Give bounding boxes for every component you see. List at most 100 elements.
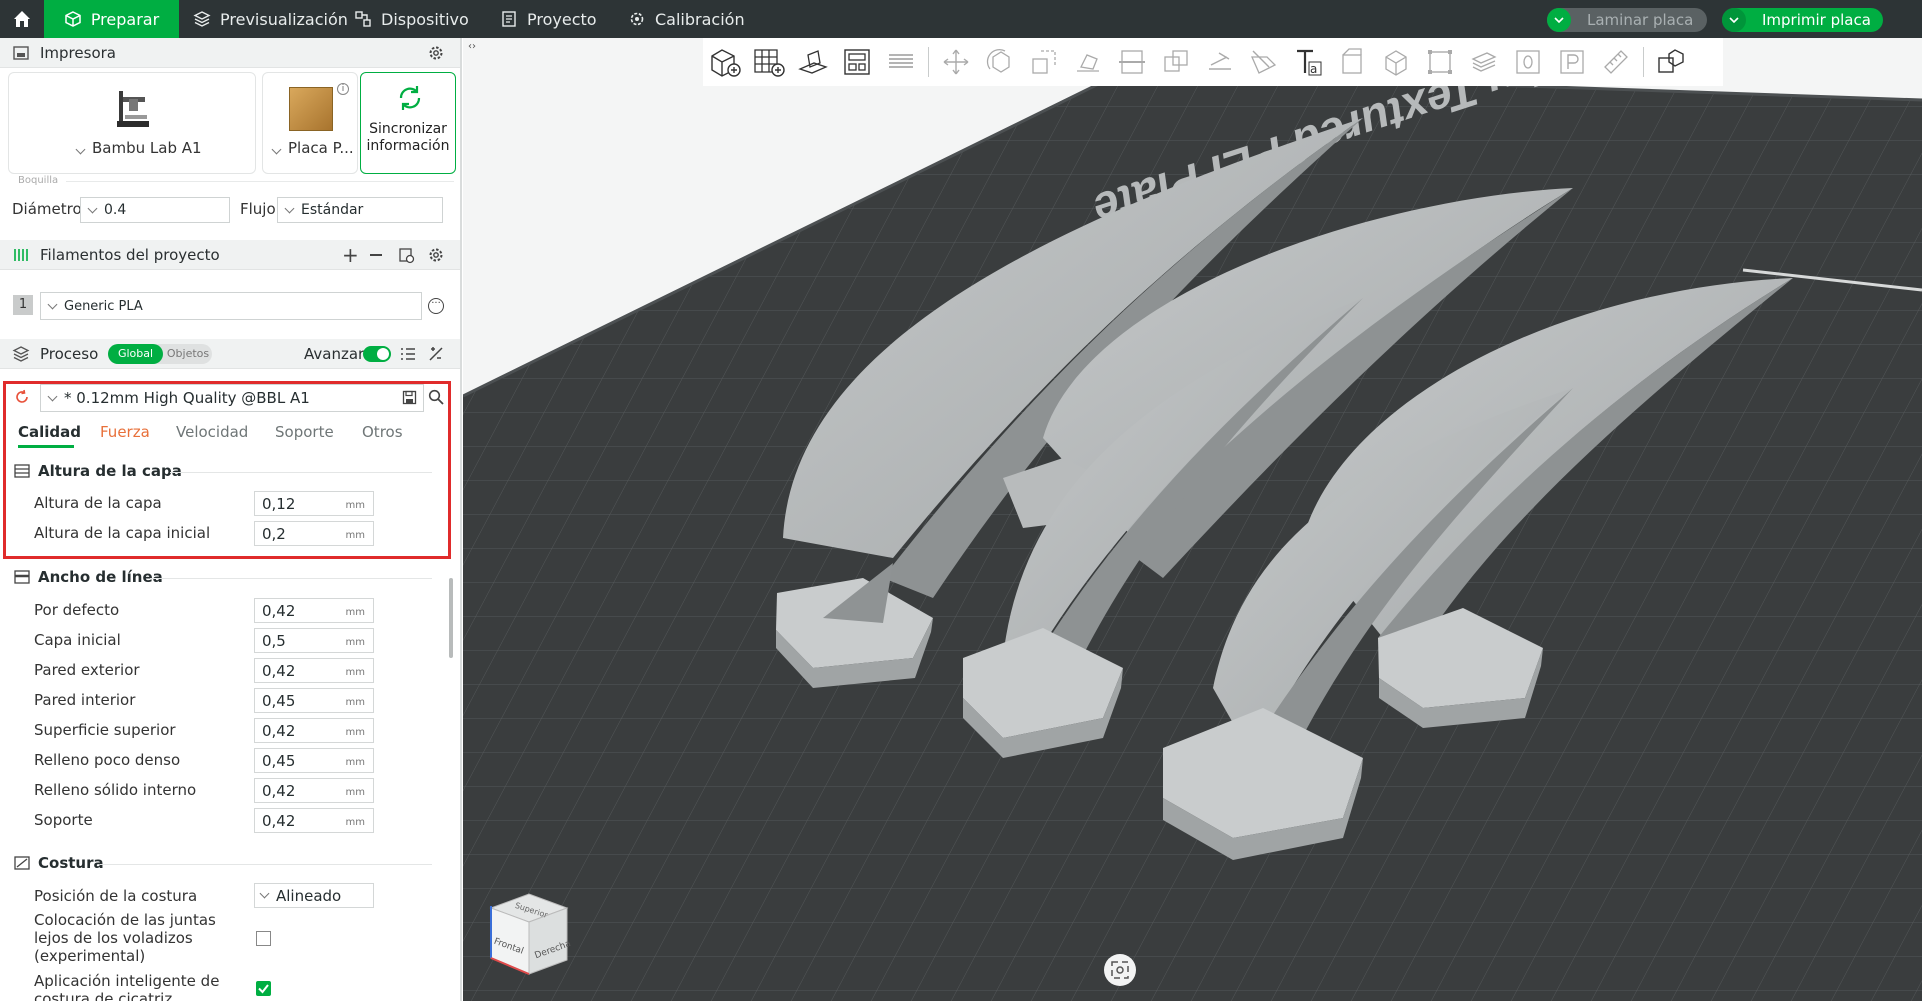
print-plate-button[interactable]: Imprimir placa xyxy=(1722,8,1883,32)
layer-height-group-title: Altura de la capa xyxy=(14,462,182,480)
more-options-icon[interactable]: ··· xyxy=(428,298,444,314)
rotate-button[interactable] xyxy=(978,38,1022,86)
variable-layer-button[interactable] xyxy=(1462,38,1506,86)
tab-support[interactable]: Soporte xyxy=(275,423,334,441)
textured-plate-thumbnail xyxy=(289,87,333,131)
auto-orient-button[interactable] xyxy=(791,38,835,86)
line-width-sparse-infill-input[interactable]: 0,45 mm xyxy=(254,748,374,773)
assemble-icon xyxy=(1658,49,1684,73)
filament-settings-icon[interactable] xyxy=(398,247,415,264)
view-cube[interactable]: Superior Frontal Derecha xyxy=(489,893,572,975)
line-width-default-input[interactable]: 0,42 mm xyxy=(254,598,374,623)
plate-view-button[interactable] xyxy=(1506,38,1550,86)
ruler-button[interactable] xyxy=(1594,38,1638,86)
checkmark-icon xyxy=(258,984,269,994)
text-button[interactable]: a xyxy=(1286,38,1330,86)
add-icon[interactable]: + xyxy=(342,243,359,267)
tab-prepare[interactable]: Preparar xyxy=(44,0,179,38)
chevron-down-icon[interactable] xyxy=(1547,8,1571,32)
smart-seam-checkbox[interactable] xyxy=(256,981,271,996)
gear-icon[interactable] xyxy=(428,247,444,263)
line-width-support-input[interactable]: 0,42 mm xyxy=(254,808,374,833)
compare-icon[interactable] xyxy=(428,346,444,362)
reset-icon[interactable] xyxy=(14,389,30,405)
toggle-objects[interactable]: Objetos xyxy=(164,344,212,364)
fit-view-button[interactable] xyxy=(1104,954,1136,986)
tab-strength[interactable]: Fuerza xyxy=(100,423,150,441)
flow-label: Flujo xyxy=(240,200,276,218)
paint-button[interactable] xyxy=(1550,38,1594,86)
tab-device[interactable]: Dispositivo xyxy=(354,0,469,38)
line-width-default-label: Por defecto xyxy=(34,601,120,619)
nozzle-divider xyxy=(66,181,454,182)
move-button[interactable] xyxy=(934,38,978,86)
boolean-button[interactable] xyxy=(1154,38,1198,86)
flow-select[interactable]: Estándar xyxy=(277,197,443,223)
lay-on-face-button[interactable] xyxy=(1066,38,1110,86)
tab-preview[interactable]: Previsualización xyxy=(193,0,348,38)
search-icon[interactable] xyxy=(428,389,444,405)
line-width-outer-wall-input[interactable]: 0,42 mm xyxy=(254,658,374,683)
tab-quality[interactable]: Calidad xyxy=(18,423,81,448)
split-layers-button[interactable] xyxy=(879,38,923,86)
seam-paint-button[interactable] xyxy=(1242,38,1286,86)
line-width-outer-wall-label: Pared exterior xyxy=(34,661,140,679)
gear-icon[interactable] xyxy=(428,45,444,61)
sync-label-line1: Sincronizar xyxy=(369,121,447,137)
preset-name: * 0.12mm High Quality @BBL A1 xyxy=(64,389,310,407)
label-line: Colocación de las juntas xyxy=(34,911,216,929)
section-title: Proceso xyxy=(40,344,99,363)
tab-speed[interactable]: Velocidad xyxy=(176,423,248,441)
home-button[interactable] xyxy=(0,0,44,38)
toggle-global[interactable]: Global xyxy=(108,344,163,364)
tab-others[interactable]: Otros xyxy=(362,423,403,441)
layer-height-label: Altura de la capa xyxy=(34,494,162,512)
add-object-button[interactable] xyxy=(703,38,747,86)
group-divider xyxy=(150,578,432,579)
line-width-icon xyxy=(14,570,30,584)
line-width-inner-wall-input[interactable]: 0,45 mm xyxy=(254,688,374,713)
scale-button[interactable] xyxy=(1022,38,1066,86)
sync-objects-button[interactable] xyxy=(1649,38,1693,86)
unit: mm xyxy=(345,757,365,768)
viewport-toolbar: a xyxy=(703,38,1723,86)
plate-selector[interactable]: i Placa P... xyxy=(262,72,358,174)
arrange-button[interactable] xyxy=(835,38,879,86)
sidebar-scrollbar[interactable] xyxy=(449,578,453,658)
save-icon[interactable] xyxy=(402,390,417,405)
line-width-top-surface-input[interactable]: 0,42 mm xyxy=(254,718,374,743)
3d-viewport[interactable]: Bambu Textured PEI Plate Superior Fronta… xyxy=(463,38,1922,1001)
tab-calibration[interactable]: Calibración xyxy=(628,0,745,38)
tab-project[interactable]: Proyecto xyxy=(500,0,597,38)
info-icon[interactable]: i xyxy=(337,83,349,95)
slice-plate-button[interactable]: Laminar placa xyxy=(1547,8,1707,32)
chevron-down-icon[interactable] xyxy=(1722,8,1746,32)
cut-button[interactable] xyxy=(1110,38,1154,86)
advanced-switch[interactable] xyxy=(363,346,391,362)
printer-selector[interactable]: Bambu Lab A1 xyxy=(8,72,256,174)
collapse-sidebar-button[interactable]: ‹› xyxy=(465,40,479,54)
filament-select[interactable]: Generic PLA xyxy=(40,292,422,320)
sync-info-button[interactable]: Sincronizar información xyxy=(360,72,456,174)
diameter-select[interactable]: 0.4 xyxy=(80,197,230,223)
remove-icon[interactable] xyxy=(370,254,382,256)
filament-index-badge[interactable]: 1 xyxy=(13,295,33,315)
tab-label: Velocidad xyxy=(176,423,249,441)
unit: mm xyxy=(345,697,365,708)
bounding-box-button[interactable] xyxy=(1418,38,1462,86)
value: 0,5 xyxy=(262,631,286,650)
list-icon[interactable] xyxy=(400,347,416,361)
global-objects-toggle[interactable]: Global Objetos xyxy=(108,344,212,364)
initial-layer-height-input[interactable]: 0,2 mm xyxy=(254,521,374,546)
seam-position-select[interactable]: Alineado xyxy=(254,883,374,908)
support-paint-button[interactable] xyxy=(1198,38,1242,86)
add-plate-button[interactable] xyxy=(747,38,791,86)
line-width-internal-solid-input[interactable]: 0,42 mm xyxy=(254,778,374,803)
layer-height-input[interactable]: 0,12 mm xyxy=(254,491,374,516)
assembly-button[interactable] xyxy=(1374,38,1418,86)
process-preset-select[interactable]: * 0.12mm High Quality @BBL A1 xyxy=(40,384,424,412)
group-divider xyxy=(170,472,432,473)
measure-button[interactable] xyxy=(1330,38,1374,86)
line-width-initial-input[interactable]: 0,5 mm xyxy=(254,628,374,653)
staggered-seam-checkbox[interactable] xyxy=(256,931,271,946)
